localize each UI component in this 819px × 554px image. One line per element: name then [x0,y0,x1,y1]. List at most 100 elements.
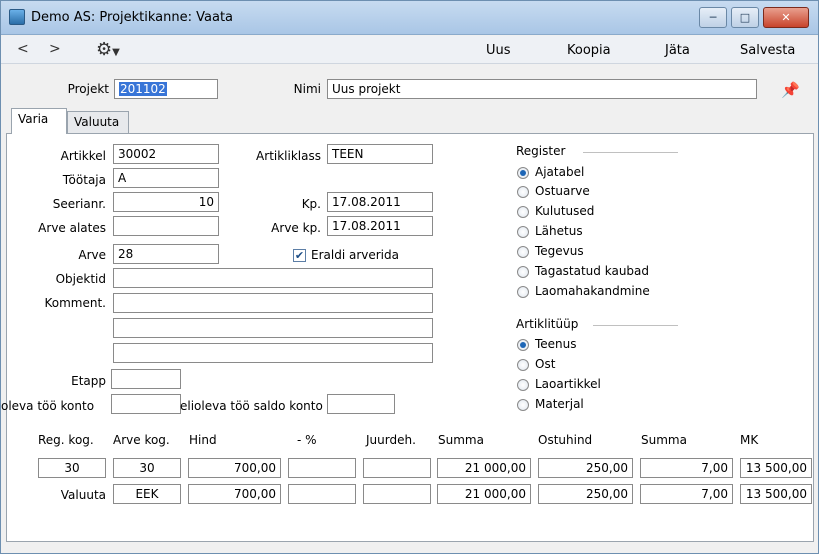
tab-valuuta[interactable]: Valuuta [67,111,129,133]
mk-currency-field[interactable]: 13 500,00 [740,484,812,504]
summa2-field[interactable]: 7,00 [640,458,733,478]
project-label: Projekt [67,82,109,96]
arve-field[interactable]: 28 [113,244,219,264]
grid-header: Ostuhind [538,433,593,447]
gear-icon[interactable]: ⚙▼ [96,39,120,60]
grid-header: Hind [189,433,217,447]
eraldi-arverida-label: Eraldi arverida [311,248,399,262]
etapp-field[interactable] [111,369,181,389]
wip-account-field[interactable] [111,394,181,414]
artiklituup-option-label: Ost [535,357,556,371]
objektid-label: Objektid [55,272,106,286]
kp-label: Kp. [301,197,321,211]
currency-field[interactable]: EEK [113,484,181,504]
back-button[interactable]: < [17,41,29,57]
name-label: Nimi [293,82,321,96]
komment-field-1[interactable] [113,293,433,313]
pin-icon[interactable]: 📌 [781,81,800,99]
objektid-field[interactable] [113,268,433,288]
artikliklass-field[interactable]: TEEN [327,144,433,164]
register-option-label: Ajatabel [535,165,585,179]
mk-field[interactable]: 13 500,00 [740,458,812,478]
close-icon[interactable]: ✕ [763,7,809,28]
grid-header: Juurdeh. [366,433,416,447]
forward-button[interactable]: > [49,41,61,57]
artikliklass-label: Artikliklass [256,149,321,163]
discard-button[interactable]: Jäta [665,43,690,58]
tab-varia[interactable]: Varia [11,108,67,134]
register-radio-ajatabel[interactable] [517,167,529,179]
artikkel-label: Artikkel [60,149,106,163]
artiklituup-radio-materjal[interactable] [517,399,529,411]
wip-balance-label: elioleva töö saldo konto [180,399,323,413]
percent-field[interactable] [288,458,356,478]
hind-currency-field[interactable]: 700,00 [188,484,281,504]
komment-label: Komment. [44,296,107,310]
register-option-label: Ostuarve [535,184,590,198]
window: Demo AS: Projektikanne: Vaata ─ □ ✕ < > … [0,0,819,554]
artiklituup-option-label: Materjal [535,397,584,411]
register-option-label: Kulutused [535,204,595,218]
hind-field[interactable]: 700,00 [188,458,281,478]
artiklituup-divider [593,325,678,326]
project-field[interactable]: 201102 [114,79,218,99]
register-title: Register [516,144,566,158]
arve-alates-field[interactable] [113,216,219,236]
title-bar: Demo AS: Projektikanne: Vaata ─ □ ✕ [1,1,818,35]
juurdeh-currency-field[interactable] [363,484,431,504]
komment-field-2[interactable] [113,318,433,338]
register-radio-laomahakandmine[interactable] [517,286,529,298]
arve-kp-label: Arve kp. [271,221,321,235]
artiklituup-option-label: Teenus [535,337,577,351]
register-option-label: Lähetus [535,224,583,238]
window-title: Demo AS: Projektikanne: Vaata [31,10,234,25]
register-radio-tagastatud[interactable] [517,266,529,278]
minimize-icon[interactable]: ─ [699,7,727,28]
reg-kog-field[interactable]: 30 [38,458,106,478]
artiklituup-title: Artiklitüüp [516,317,579,331]
toolbar [1,36,818,64]
artiklituup-radio-laoartikkel[interactable] [517,379,529,391]
copy-button[interactable]: Koopia [567,43,611,58]
grid-header: Reg. kog. [38,433,94,447]
artiklituup-radio-ost[interactable] [517,359,529,371]
etapp-label: Etapp [71,374,106,388]
name-field[interactable]: Uus projekt [327,79,757,99]
grid-header: - % [297,433,317,447]
arve-alates-label: Arve alates [38,221,106,235]
grid-header: Summa [641,433,687,447]
app-icon [9,9,25,25]
valuuta-row-label: Valuuta [60,488,106,502]
artikkel-field[interactable]: 30002 [113,144,219,164]
wip-account-label: oleva töö konto [1,399,95,413]
komment-field-3[interactable] [113,343,433,363]
register-option-label: Tegevus [535,244,584,258]
register-radio-kulutused[interactable] [517,206,529,218]
register-radio-tegevus[interactable] [517,246,529,258]
kp-field[interactable]: 17.08.2011 [327,192,433,212]
summa-field[interactable]: 21 000,00 [437,458,531,478]
register-radio-ostuarve[interactable] [517,186,529,198]
summa2-currency-field[interactable]: 7,00 [640,484,733,504]
arve-label: Arve [78,248,106,262]
grid-header: Arve kog. [113,433,170,447]
maximize-icon[interactable]: □ [731,7,759,28]
arve-kog-field[interactable]: 30 [113,458,181,478]
percent-currency-field[interactable] [288,484,356,504]
wip-balance-field[interactable] [327,394,395,414]
arve-kp-field[interactable]: 17.08.2011 [327,216,433,236]
seerianr-field[interactable]: 10 [113,192,219,212]
tootaja-label: Töötaja [62,173,106,187]
register-option-label: Tagastatud kaubad [535,264,650,278]
summa-currency-field[interactable]: 21 000,00 [437,484,531,504]
tootaja-field[interactable]: A [113,168,219,188]
register-radio-lahetus[interactable] [517,226,529,238]
ostuhind-currency-field[interactable]: 250,00 [538,484,633,504]
eraldi-arverida-checkbox[interactable]: ✔ [293,249,306,262]
grid-header: Summa [438,433,484,447]
new-button[interactable]: Uus [486,43,511,58]
save-button[interactable]: Salvesta [740,43,795,58]
juurdeh-field[interactable] [363,458,431,478]
ostuhind-field[interactable]: 250,00 [538,458,633,478]
artiklituup-radio-teenus[interactable] [517,339,529,351]
